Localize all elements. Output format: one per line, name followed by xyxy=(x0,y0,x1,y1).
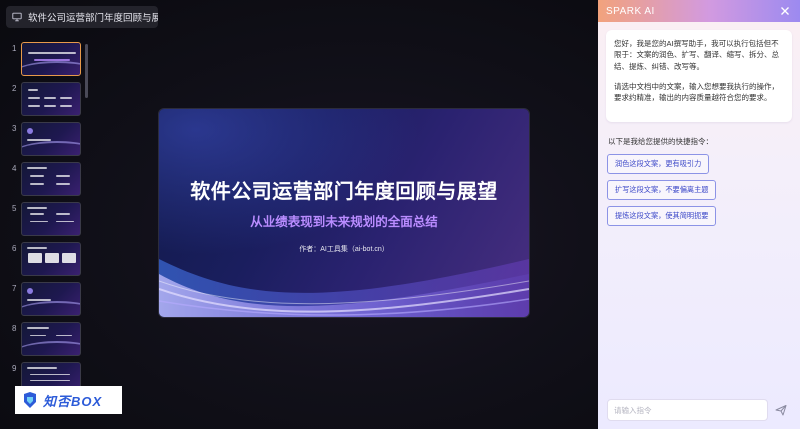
slide-number: 2 xyxy=(12,84,17,93)
watermark-text: 知否BOX xyxy=(43,393,103,409)
ai-panel-title: SPARK AI xyxy=(606,5,655,17)
slide-number: 3 xyxy=(12,124,17,133)
shortcut-summarize-button[interactable]: 提炼这段文案，使其简明扼要 xyxy=(607,206,717,226)
slide-thumbnail-5[interactable]: 5 xyxy=(6,202,90,238)
ai-panel-header: SPARK AI xyxy=(598,0,800,22)
slide-number: 6 xyxy=(12,244,17,253)
document-title: 软件公司运营部门年度回顾与展望 xyxy=(28,13,158,24)
shortcuts-label: 以下是我给您提供的快捷指令： xyxy=(608,137,713,146)
main-slide[interactable]: 软件公司运营部门年度回顾与展望 从业绩表现到未来规划的全面总结 作者：AI工具集… xyxy=(159,109,529,317)
zhifou-logo-icon xyxy=(21,391,39,409)
slide-thumbnail-preview[interactable] xyxy=(21,202,81,236)
slide-thumbnail-1[interactable]: 1 xyxy=(6,42,90,78)
watermark: 知否BOX xyxy=(15,386,122,414)
slide-thumbnail-preview[interactable] xyxy=(21,162,81,196)
slide-subtitle[interactable]: 从业绩表现到未来规划的全面总结 xyxy=(159,211,529,230)
slide-number: 1 xyxy=(12,44,17,53)
shortcut-polish-button[interactable]: 润色这段文案，更有吸引力 xyxy=(607,154,710,174)
slide-thumbnail-8[interactable]: 8 xyxy=(6,322,90,358)
slide-thumbnail-preview[interactable] xyxy=(21,122,81,156)
slide-number: 7 xyxy=(12,284,17,293)
slide-thumbnail-list: 1 2 3 4 5 6 7 8 9 xyxy=(6,40,90,420)
slide-thumbnail-3[interactable]: 3 xyxy=(6,122,90,158)
slide-thumbnail-6[interactable]: 6 xyxy=(6,242,90,278)
slide-thumbnail-preview[interactable] xyxy=(21,42,81,76)
instruction-text: 请选中文档中的文案，输入您想要我执行的操作，要求约精准，输出的内容质量越符合您的… xyxy=(614,81,779,102)
thumbnail-scrollbar[interactable] xyxy=(85,44,88,98)
slide-thumbnail-preview[interactable] xyxy=(21,82,81,116)
ai-assistant-panel: SPARK AI 您好，我是您的AI撰写助手，我可以执行包括但不限于：文案的润色… xyxy=(598,0,800,429)
slide-number: 9 xyxy=(12,364,17,373)
slide-thumbnail-4[interactable]: 4 xyxy=(6,162,90,198)
shortcut-expand-button[interactable]: 扩写这段文案，不要偏离主题 xyxy=(607,180,717,200)
slide-number: 4 xyxy=(12,164,17,173)
command-input[interactable] xyxy=(607,399,768,421)
slide-number: 8 xyxy=(12,324,17,333)
greeting-text: 您好，我是您的AI撰写助手，我可以执行包括但不限于：文案的润色、扩写、翻译、缩写… xyxy=(614,39,779,71)
send-icon[interactable] xyxy=(774,403,788,417)
slide-thumbnail-preview[interactable] xyxy=(21,242,81,276)
editor-stage: 软件公司运营部门年度回顾与展望 1 2 3 4 5 6 7 8 9 软件公司运营… xyxy=(0,0,598,429)
ai-greeting-message: 您好，我是您的AI撰写助手，我可以执行包括但不限于：文案的润色、扩写、翻译、缩写… xyxy=(606,30,792,122)
slide-thumbnail-preview[interactable] xyxy=(21,282,81,316)
slide-author[interactable]: 作者：AI工具集（ai-bot.cn） xyxy=(159,244,529,254)
presentation-icon xyxy=(12,12,22,22)
slide-title[interactable]: 软件公司运营部门年度回顾与展望 xyxy=(159,175,529,204)
close-icon[interactable] xyxy=(779,5,791,17)
slide-thumbnail-preview[interactable] xyxy=(21,322,81,356)
slide-number: 5 xyxy=(12,204,17,213)
slide-thumbnail-2[interactable]: 2 xyxy=(6,82,90,118)
slide-thumbnail-7[interactable]: 7 xyxy=(6,282,90,318)
document-title-bar[interactable]: 软件公司运营部门年度回顾与展望 xyxy=(6,6,158,28)
